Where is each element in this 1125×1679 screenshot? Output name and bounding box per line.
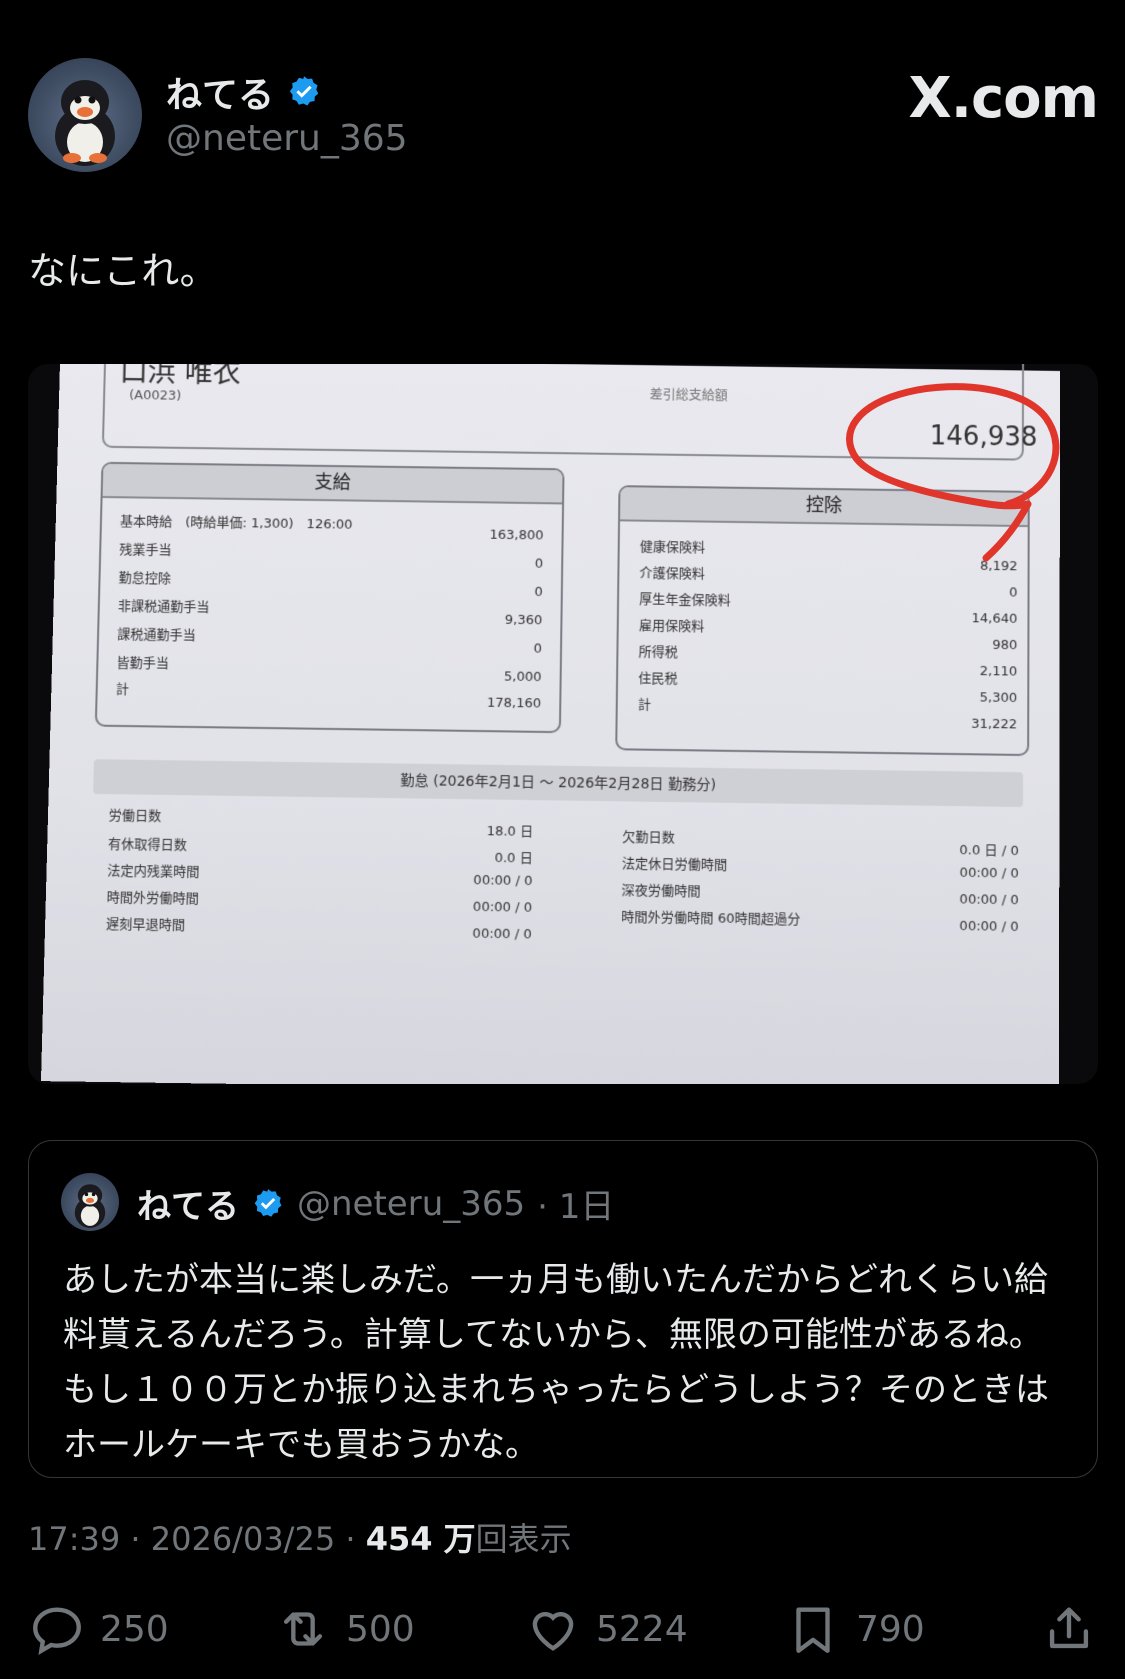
pay-section: 支給 基本時給 (時給単価: 1,300) 126:00 163,800 残業手… <box>94 461 565 734</box>
repost-button[interactable]: 500 <box>274 1600 415 1658</box>
views-count: 454 万 <box>365 1520 476 1558</box>
attendance-label: 時間外労働時間 60時間超過分 <box>621 909 801 928</box>
quoted-tweet[interactable]: ねてる @neteru_365 · 1日 あしたが本当に楽しみだ。一ヵ月も働いた… <box>28 1140 1098 1478</box>
net-pay-label: 差引総支給額 <box>649 387 728 404</box>
deduction-row-label: 雇用保険料 <box>638 618 705 635</box>
pay-row-value: 9,360 <box>504 612 543 629</box>
deduction-row-label: 健康保険料 <box>639 539 706 556</box>
attendance-label: 遅刻早退時間 <box>105 916 186 934</box>
pay-row-label: 皆勤手当 <box>116 655 170 672</box>
deduction-row-label: 介護保険料 <box>639 566 705 583</box>
quoted-author-handle[interactable]: @neteru_365 <box>297 1184 525 1224</box>
tweet-timestamp[interactable]: 17:39 · 2026/03/25 · <box>28 1520 366 1558</box>
tweet-photo[interactable]: 口浜 唯衣 (A0023) 差引総支給額 146,938 支給 基本時給 (時給… <box>28 364 1098 1084</box>
pay-row-label: 課税通勤手当 <box>117 627 196 644</box>
pay-row-value: 163,800 <box>489 527 544 544</box>
attendance-value: 00:00 / 0 <box>959 865 1019 882</box>
attendance-value: 00:00 / 0 <box>959 918 1019 936</box>
action-bar: 250 500 5224 790 <box>28 1600 1098 1660</box>
attendance-value: 00:00 / 0 <box>472 926 532 943</box>
bookmark-icon <box>796 1607 830 1653</box>
pay-row-label: 基本時給 (時給単価: 1,300) 126:00 <box>119 514 353 533</box>
reply-button[interactable]: 250 <box>28 1600 169 1658</box>
author-handle[interactable]: @neteru_365 <box>166 118 408 159</box>
like-button[interactable]: 5224 <box>524 1600 688 1658</box>
deduction-total-label: 計 <box>637 697 652 714</box>
deduction-row-label: 厚生年金保険料 <box>639 592 731 609</box>
pay-total-value: 178,160 <box>486 695 542 712</box>
attendance-label: 法定休日労働時間 <box>621 856 728 874</box>
attendance-label: 時間外労働時間 <box>106 890 200 908</box>
pay-row-label: 非課税通勤手当 <box>117 599 210 616</box>
views-label: 回表示 <box>475 1520 572 1558</box>
like-count: 5224 <box>596 1608 688 1650</box>
attendance-value: 00:00 / 0 <box>959 892 1019 909</box>
pay-row-label: 勤怠控除 <box>118 570 172 587</box>
attendance-label: 欠勤日数 <box>622 829 675 847</box>
attendance-value: 18.0 日 <box>486 823 534 840</box>
deduction-row-value: 14,640 <box>971 611 1018 627</box>
attendance-title: 勤怠 (2026年2月1日 〜 2026年2月28日 勤務分) <box>93 759 1024 808</box>
tweet-meta: 17:39 · 2026/03/25 · 454 万回表示 <box>28 1514 572 1560</box>
attendance-value: 0.0 日 / 0 <box>959 842 1019 860</box>
reply-count: 250 <box>100 1608 169 1650</box>
pay-row-value: 0 <box>533 641 543 657</box>
share-icon <box>1049 1607 1089 1649</box>
employee-code: (A0023) <box>128 387 182 404</box>
reply-icon <box>33 1607 81 1655</box>
tweet-header: ねてる @neteru_365 X.com <box>28 58 1099 173</box>
attendance-label: 有休取得日数 <box>107 837 188 854</box>
author-avatar[interactable] <box>28 58 142 172</box>
penguin-avatar-icon <box>55 80 115 166</box>
deduction-row-value: 5,300 <box>979 690 1018 707</box>
deduction-row-value: 0 <box>1009 585 1018 601</box>
deduction-total-value: 31,222 <box>971 716 1018 733</box>
attendance-value: 00:00 / 0 <box>472 899 533 916</box>
x-logo: X.com <box>908 66 1099 131</box>
bookmark-button[interactable]: 790 <box>784 1600 925 1658</box>
pay-row-value: 5,000 <box>503 669 542 686</box>
pay-row-label: 残業手当 <box>119 542 172 559</box>
attendance-label: 法定内残業時間 <box>107 863 200 881</box>
pay-row-value: 0 <box>534 556 544 572</box>
pay-total-label: 計 <box>115 682 130 698</box>
quoted-author-avatar[interactable] <box>61 1173 119 1231</box>
repost-count: 500 <box>346 1608 415 1650</box>
repost-icon <box>283 1612 323 1646</box>
deduction-row-label: 住民税 <box>638 671 678 688</box>
penguin-avatar-icon <box>74 1184 106 1228</box>
pay-section-title: 支給 <box>102 463 563 505</box>
attendance-value: 00:00 / 0 <box>473 872 533 890</box>
pay-row-value: 0 <box>534 584 543 601</box>
deduction-row-value: 980 <box>992 637 1018 654</box>
red-circle-annotation-icon <box>846 383 1060 562</box>
heart-icon <box>532 1612 574 1651</box>
author-name[interactable]: ねてる <box>166 66 274 118</box>
bookmark-count: 790 <box>856 1608 925 1650</box>
verified-badge-icon <box>286 74 322 110</box>
quoted-author-name[interactable]: ねてる <box>137 1179 239 1228</box>
quoted-text: あしたが本当に楽しみだ。一ヵ月も働いたんだからどれくらい給料貰えるんだろう。計算… <box>63 1260 1049 1465</box>
attendance-label: 労働日数 <box>108 808 162 825</box>
quoted-time: · 1日 <box>537 1187 615 1227</box>
verified-badge-icon <box>251 1187 285 1221</box>
attendance-label: 深夜労働時間 <box>621 883 701 900</box>
deduction-row-label: 所得税 <box>638 644 678 661</box>
tweet-text: なにこれ。 <box>28 249 218 293</box>
deduction-row-value: 2,110 <box>979 663 1018 680</box>
attendance-value: 0.0 日 <box>494 850 533 867</box>
share-button[interactable] <box>1040 1600 1098 1658</box>
